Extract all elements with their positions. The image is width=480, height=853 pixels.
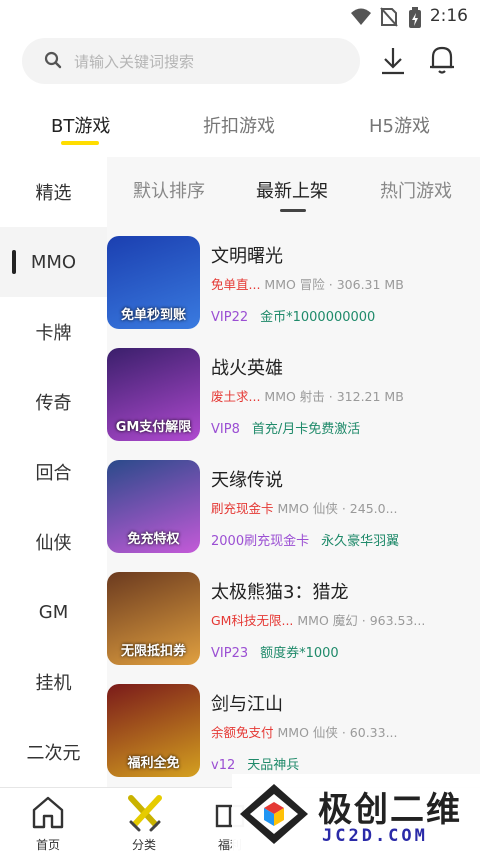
watermark: 极创二维 JC2D.COM	[232, 774, 480, 853]
game-thumbnail[interactable]: 免充特权	[107, 460, 200, 553]
tab-h5-games[interactable]: H5游戏	[369, 112, 430, 138]
game-meta: 废土求... MMO 射击 · 312.21 MB	[211, 386, 404, 405]
game-tag-bonus: 天品神兵	[247, 758, 300, 773]
game-thumbnail[interactable]: GM支付解限	[107, 348, 200, 441]
game-tags: VIP23 额度券*1000	[211, 642, 339, 661]
game-tags: v12 天品神兵	[211, 754, 299, 773]
clock: 2:16	[429, 6, 468, 26]
sidebar-active-indicator	[12, 250, 16, 274]
thumbnail-caption: 免单秒到账	[120, 308, 186, 323]
search-input[interactable]: 请输入关键词搜索	[74, 51, 194, 72]
thumbnail-caption: GM支付解限	[115, 420, 192, 435]
thumbnail-caption: 无限抵扣券	[120, 644, 186, 659]
game-meta: 免单直... MMO 冒险 · 306.31 MB	[211, 274, 404, 293]
sidebar-item-anime[interactable]: 二次元	[0, 717, 107, 787]
crossed-swords-icon	[127, 794, 163, 836]
watermark-logo-icon	[240, 784, 308, 844]
sidebar-item-card[interactable]: 卡牌	[0, 297, 107, 367]
game-thumbnail[interactable]: 福利全免	[107, 684, 200, 777]
watermark-text: 极创二维	[318, 790, 462, 830]
thumbnail-caption: 免充特权	[127, 532, 180, 547]
game-title[interactable]: 剑与江山	[211, 690, 283, 716]
game-info: MMO 射击 · 312.21 MB	[264, 389, 404, 404]
nav-category[interactable]: 分类	[109, 788, 179, 853]
game-tag-vip: VIP23	[211, 646, 249, 661]
download-button[interactable]	[378, 44, 408, 78]
game-tags: 2000刷充现金卡 永久豪华羽翼	[211, 530, 399, 549]
game-tag-vip: 2000刷充现金卡	[211, 534, 310, 549]
game-tag-bonus: 永久豪华羽翼	[321, 534, 400, 549]
game-promo: 废土求...	[211, 389, 261, 404]
game-tag-bonus: 金币*1000000000	[260, 310, 376, 325]
thumbnail-caption: 福利全免	[127, 756, 180, 771]
nav-home-label: 首页	[35, 838, 60, 852]
no-sim-icon	[380, 7, 398, 31]
game-list-item[interactable]: 免单秒到账 文明曙光免单直... MMO 冒险 · 306.31 MB VIP22 金…	[107, 236, 480, 348]
nav-category-label: 分类	[131, 838, 156, 852]
search-icon	[44, 51, 62, 73]
tab-indicator	[61, 141, 99, 145]
tab-bt-games[interactable]: BT游戏	[51, 112, 110, 138]
sidebar-item-mmo[interactable]: MMO	[0, 227, 107, 297]
game-tags: VIP22 金币*1000000000	[211, 306, 375, 325]
battery-charging-icon	[408, 7, 422, 33]
sidebar-item-idle[interactable]: 挂机	[0, 647, 107, 717]
download-icon	[382, 48, 404, 75]
tab-discount-games[interactable]: 折扣游戏	[203, 112, 275, 138]
home-icon	[31, 794, 65, 834]
category-sidebar: 精选 MMO 卡牌 传奇 回合 仙侠 GM 挂机 二次元	[0, 157, 107, 787]
app-screen: 2:16 请输入关键词搜索 BT游戏 折扣游戏 H5游戏 精选 MMO 卡牌 传…	[0, 0, 480, 853]
sort-indicator	[280, 209, 306, 212]
game-meta: 余额免支付 MMO 仙侠 · 60.33...	[211, 722, 398, 741]
status-bar: 2:16	[0, 0, 480, 34]
game-tag-vip: v12	[211, 758, 236, 773]
sort-popular[interactable]: 热门游戏	[380, 177, 452, 203]
sidebar-item-featured[interactable]: 精选	[0, 157, 107, 227]
game-tags: VIP8 首充/月卡免费激活	[211, 418, 360, 437]
game-list-item[interactable]: 无限抵扣券 太极熊猫3：猎龙 GM科技无限... MMO 魔幻 · 963.53..…	[107, 572, 480, 684]
game-list-item[interactable]: GM支付解限 战火英雄废土求... MMO 射击 · 312.21 MB VIP8 首…	[107, 348, 480, 460]
nav-home[interactable]: 首页	[13, 788, 83, 853]
bell-icon	[430, 46, 454, 74]
game-promo: 免单直...	[211, 277, 261, 292]
sort-newest[interactable]: 最新上架	[256, 177, 328, 203]
game-meta: 刷充现金卡 MMO 仙侠 · 245.0...	[211, 498, 398, 517]
game-title[interactable]: 太极熊猫3：猎龙	[211, 578, 348, 604]
game-info: MMO 冒险 · 306.31 MB	[264, 277, 404, 292]
game-meta: GM科技无限... MMO 魔幻 · 963.53...	[211, 610, 425, 629]
sidebar-item-legend[interactable]: 传奇	[0, 367, 107, 437]
game-info: MMO 仙侠 · 60.33...	[277, 725, 398, 740]
watermark-url: JC2D.COM	[322, 826, 428, 846]
game-info: MMO 仙侠 · 245.0...	[277, 501, 398, 516]
game-thumbnail[interactable]: 无限抵扣券	[107, 572, 200, 665]
game-tag-bonus: 首充/月卡免费激活	[251, 422, 361, 437]
game-list-item[interactable]: 免充特权 天缘传说刷充现金卡 MMO 仙侠 · 245.0... 2000刷充现金卡…	[107, 460, 480, 572]
wifi-icon	[350, 7, 372, 31]
game-title[interactable]: 文明曙光	[211, 242, 283, 268]
sort-default[interactable]: 默认排序	[133, 177, 205, 203]
game-info: MMO 魔幻 · 963.53...	[297, 613, 426, 628]
sidebar-item-turn-based[interactable]: 回合	[0, 437, 107, 507]
game-title[interactable]: 天缘传说	[211, 466, 283, 492]
game-thumbnail[interactable]: 免单秒到账	[107, 236, 200, 329]
game-tag-bonus: 额度券*1000	[260, 646, 339, 661]
game-promo: 余额免支付	[211, 725, 274, 740]
game-promo: GM科技无限...	[211, 613, 294, 628]
game-tag-vip: VIP8	[211, 422, 240, 437]
sidebar-item-gm[interactable]: GM	[0, 577, 107, 647]
game-title[interactable]: 战火英雄	[211, 354, 283, 380]
notification-button[interactable]	[427, 42, 457, 76]
sidebar-item-xianxia[interactable]: 仙侠	[0, 507, 107, 577]
search-bar[interactable]: 请输入关键词搜索	[22, 38, 360, 84]
game-tag-vip: VIP22	[211, 310, 249, 325]
game-promo: 刷充现金卡	[211, 501, 274, 516]
